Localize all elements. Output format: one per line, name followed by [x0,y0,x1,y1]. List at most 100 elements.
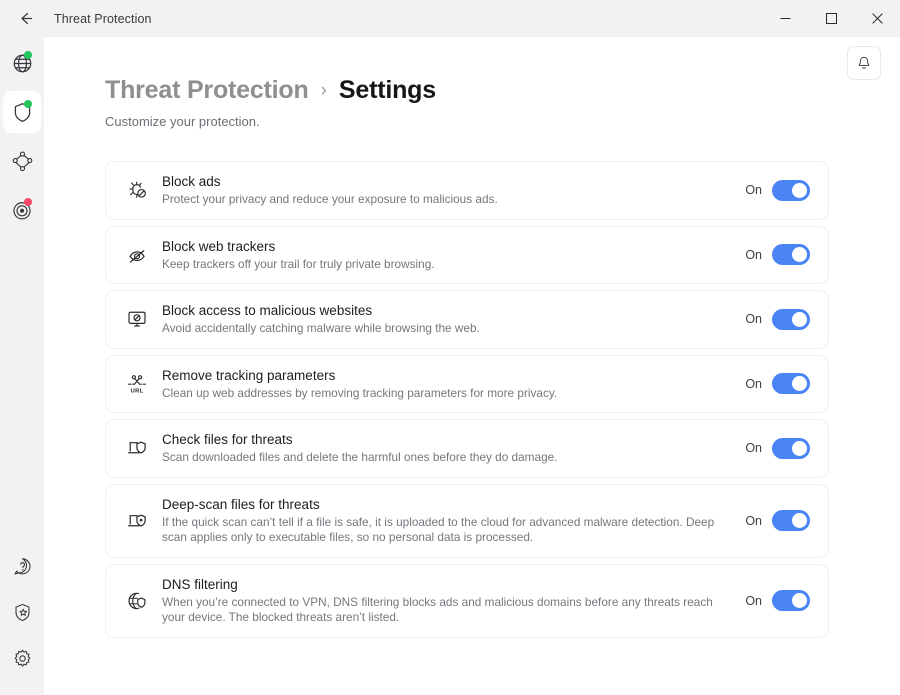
sidebar-item-threat-protection[interactable] [3,91,41,133]
globe-shield-icon [120,584,154,618]
help-icon [13,557,30,575]
toggle-knob [792,513,807,528]
breadcrumb-parent[interactable]: Threat Protection [105,76,309,105]
toggle-switch[interactable] [772,437,810,459]
close-icon [871,13,883,24]
setting-text: DNS filtering When you’re connected to V… [162,576,738,626]
laptop-shield-dot-icon [120,504,154,538]
toggle-switch[interactable] [772,179,810,201]
setting-title: Deep-scan files for threats [162,496,320,512]
chevron-right-icon: › [320,80,327,101]
setting-description: Avoid accidentally catching malware whil… [162,321,480,335]
setting-description: Protect your privacy and reduce your exp… [162,192,498,206]
toggle-state-label: On [745,441,762,456]
url-scissors-icon: URL [120,367,154,401]
title-bar: Threat Protection [0,0,900,37]
setting-title: Block web trackers [162,238,276,254]
toggle-knob [792,311,807,327]
setting-text: Deep-scan files for threats If the quick… [162,496,738,546]
status-badge-online [24,51,32,59]
toggle-switch[interactable] [772,308,810,330]
setting-text: Block access to malicious websites Avoid… [162,302,738,337]
content-area: Threat Protection › Settings Customize y… [44,37,900,695]
eye-off-icon [120,238,154,272]
maximize-icon [825,13,837,24]
setting-row-block-web-trackers[interactable]: Block web trackers Keep trackers off you… [105,225,829,284]
toggle-switch[interactable] [772,244,810,266]
setting-description: When you’re connected to VPN, DNS filter… [162,594,713,625]
sidebar-item-vpn[interactable] [3,42,41,84]
setting-control: On [738,590,810,611]
page-title: Settings [338,76,436,104]
toggle-knob [792,376,807,392]
setting-text: Remove tracking parameters Clean up web … [162,367,738,402]
toggle-knob [792,593,807,608]
toggle-state-label: On [745,183,762,198]
setting-control: On [738,437,810,459]
setting-title: Block ads [162,174,221,189]
setting-control: On [738,179,810,201]
setting-row-deep-scan-files[interactable]: Deep-scan files for threats If the quick… [105,483,829,558]
minimize-icon [780,18,790,19]
setting-control: On [738,244,810,266]
setting-row-block-ads[interactable]: Block ads Protect your privacy and reduc… [105,161,829,220]
back-button[interactable] [8,4,42,34]
setting-description: Scan downloaded files and delete the har… [162,450,558,464]
bell-icon [858,56,870,69]
setting-text: Block web trackers Keep trackers off you… [162,238,738,273]
setting-description: If the quick scan can’t tell if a file i… [162,514,715,545]
sidebar-rail [0,37,44,695]
status-badge-protected [24,100,32,108]
setting-text: Check files for threats Scan downloaded … [162,431,738,466]
laptop-shield-icon [120,431,154,465]
setting-title: DNS filtering [162,576,238,592]
toggle-switch[interactable] [772,590,810,611]
setting-title: Check files for threats [162,432,293,447]
setting-control: On [738,510,810,531]
status-badge-alert [24,198,32,206]
setting-description: Clean up web addresses by removing track… [162,385,558,400]
sidebar-item-whats-new[interactable] [3,595,41,629]
toggle-state-label: On [745,247,762,262]
app-window: Threat Protection Threat Protection › Se… [0,0,900,695]
toggle-state-label: On [745,513,762,528]
back-arrow-icon [20,12,32,25]
sidebar-item-dark-web-monitor[interactable] [3,189,41,231]
setting-control: On [738,373,810,395]
setting-row-block-malicious-websites[interactable]: Block access to malicious websites Avoid… [105,290,829,349]
toggle-state-label: On [745,593,762,608]
breadcrumb: Threat Protection › Settings [105,76,900,105]
sidebar-top-group [3,42,41,238]
svg-text:URL: URL [131,388,144,394]
setting-title: Remove tracking parameters [162,367,336,383]
setting-control: On [738,308,810,330]
minimize-button[interactable] [762,0,808,37]
monitor-blocked-icon [120,302,154,336]
gear-icon [14,649,30,667]
mesh-network-icon [12,150,32,171]
settings-list: Block ads Protect your privacy and reduc… [105,161,829,638]
notifications-button[interactable] [847,46,881,80]
setting-title: Block access to malicious websites [162,303,373,318]
maximize-button[interactable] [808,0,854,37]
toggle-switch[interactable] [772,510,810,531]
toggle-state-label: On [745,376,762,391]
sidebar-item-settings[interactable] [3,641,41,675]
sidebar-item-help[interactable] [3,549,41,583]
setting-row-remove-tracking-parameters[interactable]: URL Remove tracking parameters Clean up … [105,354,829,413]
toggle-knob [792,182,807,198]
setting-description: Keep trackers off your trail for truly p… [162,256,435,271]
setting-row-dns-filtering[interactable]: DNS filtering When you’re connected to V… [105,563,829,638]
toggle-knob [792,440,807,456]
toggle-switch[interactable] [772,373,810,395]
close-button[interactable] [854,0,900,37]
toggle-knob [792,247,807,263]
toggle-state-label: On [745,312,762,327]
sidebar-bottom-group [3,549,41,687]
shield-star-icon [14,603,29,621]
sidebar-item-meshnet[interactable] [3,140,41,182]
page-subtitle: Customize your protection. [105,114,260,129]
window-controls [762,0,900,37]
bug-blocked-icon [120,173,154,207]
setting-row-check-files[interactable]: Check files for threats Scan downloaded … [105,419,829,478]
